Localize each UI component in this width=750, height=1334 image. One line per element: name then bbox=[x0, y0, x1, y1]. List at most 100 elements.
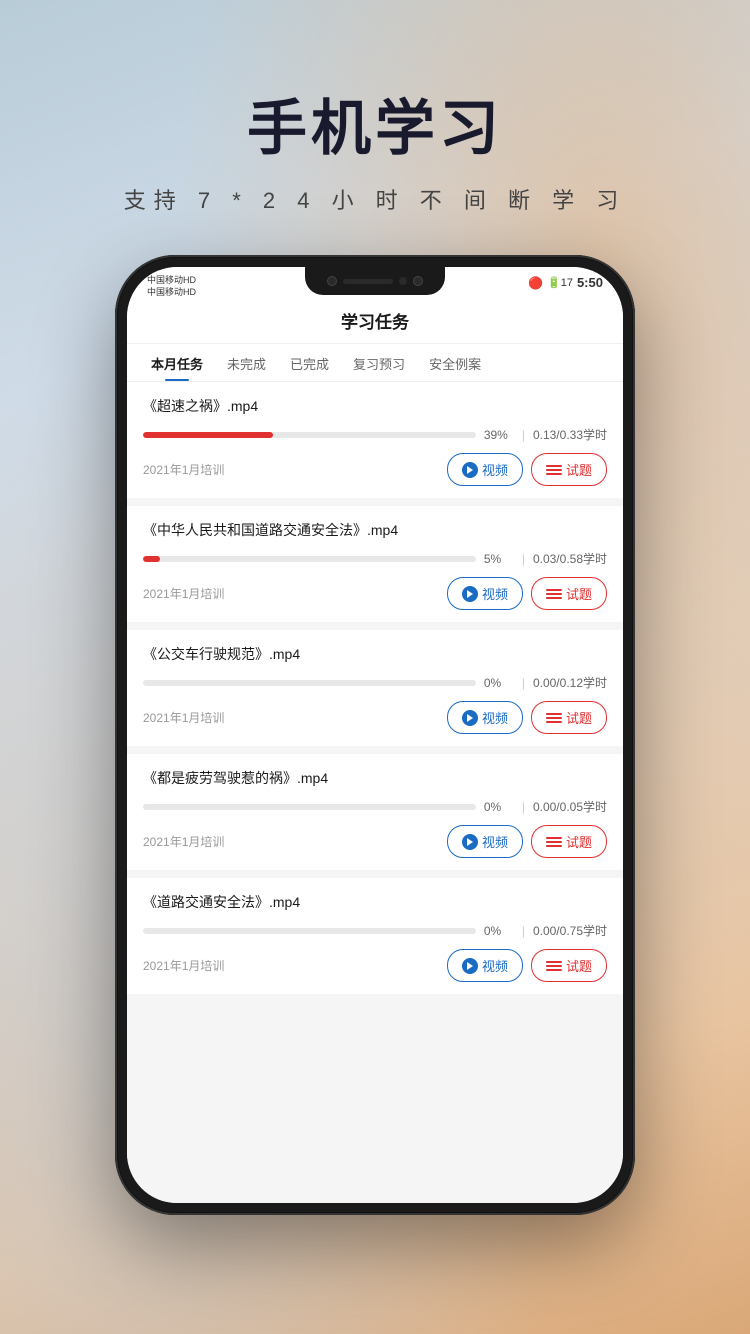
progress-row-4: 0% | 0.00/0.05学时 bbox=[143, 798, 607, 815]
battery-label: 🔋17 bbox=[547, 276, 573, 289]
progress-fill-2 bbox=[143, 556, 160, 562]
notch-camera bbox=[327, 276, 337, 286]
action-row-4: 2021年1月培训 视频 bbox=[143, 825, 607, 858]
course-title-5: 《道路交通安全法》.mp4 bbox=[143, 892, 607, 912]
notch-camera2 bbox=[413, 276, 423, 286]
tabs-bar: 本月任务 未完成 已完成 复习预习 安全例案 bbox=[127, 344, 623, 382]
notch-speaker bbox=[343, 279, 393, 284]
play-icon-2 bbox=[462, 586, 478, 602]
exam-btn-4[interactable]: 试题 bbox=[531, 825, 607, 858]
course-title-4: 《都是疲劳驾驶惹的祸》.mp4 bbox=[143, 768, 607, 788]
app-title: 学习任务 bbox=[341, 313, 409, 332]
play-triangle-5 bbox=[467, 962, 473, 970]
video-btn-1[interactable]: 视频 bbox=[447, 453, 523, 486]
course-list: 《超速之祸》.mp4 39% | 0.13/0.33学时 2021年1月培训 bbox=[127, 382, 623, 1203]
hours-1: 0.13/0.33学时 bbox=[533, 426, 607, 443]
play-icon-1 bbox=[462, 462, 478, 478]
progress-text-5: 0% bbox=[484, 924, 514, 938]
play-triangle-4 bbox=[467, 838, 473, 846]
action-row-3: 2021年1月培训 视频 bbox=[143, 701, 607, 734]
progress-row-2: 5% | 0.03/0.58学时 bbox=[143, 550, 607, 567]
video-btn-5[interactable]: 视频 bbox=[447, 949, 523, 982]
tab-completed[interactable]: 已完成 bbox=[278, 344, 341, 381]
btn-group-5: 视频 试题 bbox=[447, 949, 607, 982]
tab-this-month[interactable]: 本月任务 bbox=[139, 344, 215, 381]
status-right: 🔴 🔋17 5:50 bbox=[528, 275, 603, 290]
progress-row-3: 0% | 0.00/0.12学时 bbox=[143, 674, 607, 691]
progress-bg-3 bbox=[143, 680, 476, 686]
status-left: 中国移动HD 中国移动HD bbox=[147, 275, 196, 298]
course-card-4: 《都是疲劳驾驶惹的祸》.mp4 0% | 0.00/0.05学时 2021年1月… bbox=[127, 754, 623, 870]
course-card-1: 《超速之祸》.mp4 39% | 0.13/0.33学时 2021年1月培训 bbox=[127, 382, 623, 498]
date-3: 2021年1月培训 bbox=[143, 709, 224, 726]
video-btn-3[interactable]: 视频 bbox=[447, 701, 523, 734]
list-icon-3 bbox=[546, 710, 562, 726]
course-title-1: 《超速之祸》.mp4 bbox=[143, 396, 607, 416]
btn-group-2: 视频 试题 bbox=[447, 577, 607, 610]
exam-btn-1[interactable]: 试题 bbox=[531, 453, 607, 486]
hours-5: 0.00/0.75学时 bbox=[533, 922, 607, 939]
header-section: 手机学习 支持 7 * 2 4 小 时 不 间 断 学 习 bbox=[124, 0, 627, 215]
phone-inner: 中国移动HD 中国移动HD 🔴 🔋17 5:50 学习任务 bbox=[127, 267, 623, 1203]
list-icon-4 bbox=[546, 834, 562, 850]
exam-btn-5[interactable]: 试题 bbox=[531, 949, 607, 982]
course-card-3: 《公交车行驶规范》.mp4 0% | 0.00/0.12学时 2021年1月培训 bbox=[127, 630, 623, 746]
progress-text-4: 0% bbox=[484, 800, 514, 814]
list-icon-5 bbox=[546, 958, 562, 974]
course-card-5: 《道路交通安全法》.mp4 0% | 0.00/0.75学时 2021年1月培训 bbox=[127, 878, 623, 994]
btn-group-1: 视频 试题 bbox=[447, 453, 607, 486]
sub-title: 支持 7 * 2 4 小 时 不 间 断 学 习 bbox=[124, 183, 627, 215]
phone-mockup: 中国移动HD 中国移动HD 🔴 🔋17 5:50 学习任务 bbox=[115, 255, 635, 1215]
date-4: 2021年1月培训 bbox=[143, 833, 224, 850]
app-header: 学习任务 bbox=[127, 302, 623, 344]
progress-row-5: 0% | 0.00/0.75学时 bbox=[143, 922, 607, 939]
list-icon-2 bbox=[546, 586, 562, 602]
content-wrapper: 手机学习 支持 7 * 2 4 小 时 不 间 断 学 习 中国移动HD 中国移… bbox=[0, 0, 750, 1334]
progress-bg-5 bbox=[143, 928, 476, 934]
play-triangle-1 bbox=[467, 466, 473, 474]
course-title-3: 《公交车行驶规范》.mp4 bbox=[143, 644, 607, 664]
tab-safety[interactable]: 安全例案 bbox=[417, 344, 493, 381]
tab-incomplete[interactable]: 未完成 bbox=[215, 344, 278, 381]
btn-group-4: 视频 试题 bbox=[447, 825, 607, 858]
hours-2: 0.03/0.58学时 bbox=[533, 550, 607, 567]
progress-fill-1 bbox=[143, 432, 273, 438]
progress-row-1: 39% | 0.13/0.33学时 bbox=[143, 426, 607, 443]
play-triangle-3 bbox=[467, 714, 473, 722]
play-icon-3 bbox=[462, 710, 478, 726]
tab-review[interactable]: 复习预习 bbox=[341, 344, 417, 381]
date-2: 2021年1月培训 bbox=[143, 585, 224, 602]
play-icon-4 bbox=[462, 834, 478, 850]
carrier2: 中国移动HD bbox=[147, 287, 196, 299]
video-btn-4[interactable]: 视频 bbox=[447, 825, 523, 858]
phone-notch bbox=[305, 267, 445, 295]
list-icon-1 bbox=[546, 462, 562, 478]
btn-group-3: 视频 试题 bbox=[447, 701, 607, 734]
time-display: 5:50 bbox=[577, 275, 603, 290]
video-btn-2[interactable]: 视频 bbox=[447, 577, 523, 610]
action-row-5: 2021年1月培训 视频 bbox=[143, 949, 607, 982]
action-row-1: 2021年1月培训 视频 bbox=[143, 453, 607, 486]
notch-dot bbox=[399, 277, 407, 285]
progress-text-1: 39% bbox=[484, 428, 514, 442]
bluetooth-icon: 🔴 bbox=[528, 276, 543, 290]
hours-3: 0.00/0.12学时 bbox=[533, 674, 607, 691]
progress-text-3: 0% bbox=[484, 676, 514, 690]
date-5: 2021年1月培训 bbox=[143, 957, 224, 974]
exam-btn-2[interactable]: 试题 bbox=[531, 577, 607, 610]
course-card-2: 《中华人民共和国道路交通安全法》.mp4 5% | 0.03/0.58学时 20… bbox=[127, 506, 623, 622]
progress-text-2: 5% bbox=[484, 552, 514, 566]
play-triangle-2 bbox=[467, 590, 473, 598]
carrier1: 中国移动HD bbox=[147, 275, 196, 287]
course-title-2: 《中华人民共和国道路交通安全法》.mp4 bbox=[143, 520, 607, 540]
phone-screen: 中国移动HD 中国移动HD 🔴 🔋17 5:50 学习任务 bbox=[127, 267, 623, 1203]
action-row-2: 2021年1月培训 视频 bbox=[143, 577, 607, 610]
main-title: 手机学习 bbox=[124, 80, 627, 167]
progress-bg-1 bbox=[143, 432, 476, 438]
play-icon-5 bbox=[462, 958, 478, 974]
exam-btn-3[interactable]: 试题 bbox=[531, 701, 607, 734]
progress-bg-4 bbox=[143, 804, 476, 810]
progress-bg-2 bbox=[143, 556, 476, 562]
hours-4: 0.00/0.05学时 bbox=[533, 798, 607, 815]
date-1: 2021年1月培训 bbox=[143, 461, 224, 478]
